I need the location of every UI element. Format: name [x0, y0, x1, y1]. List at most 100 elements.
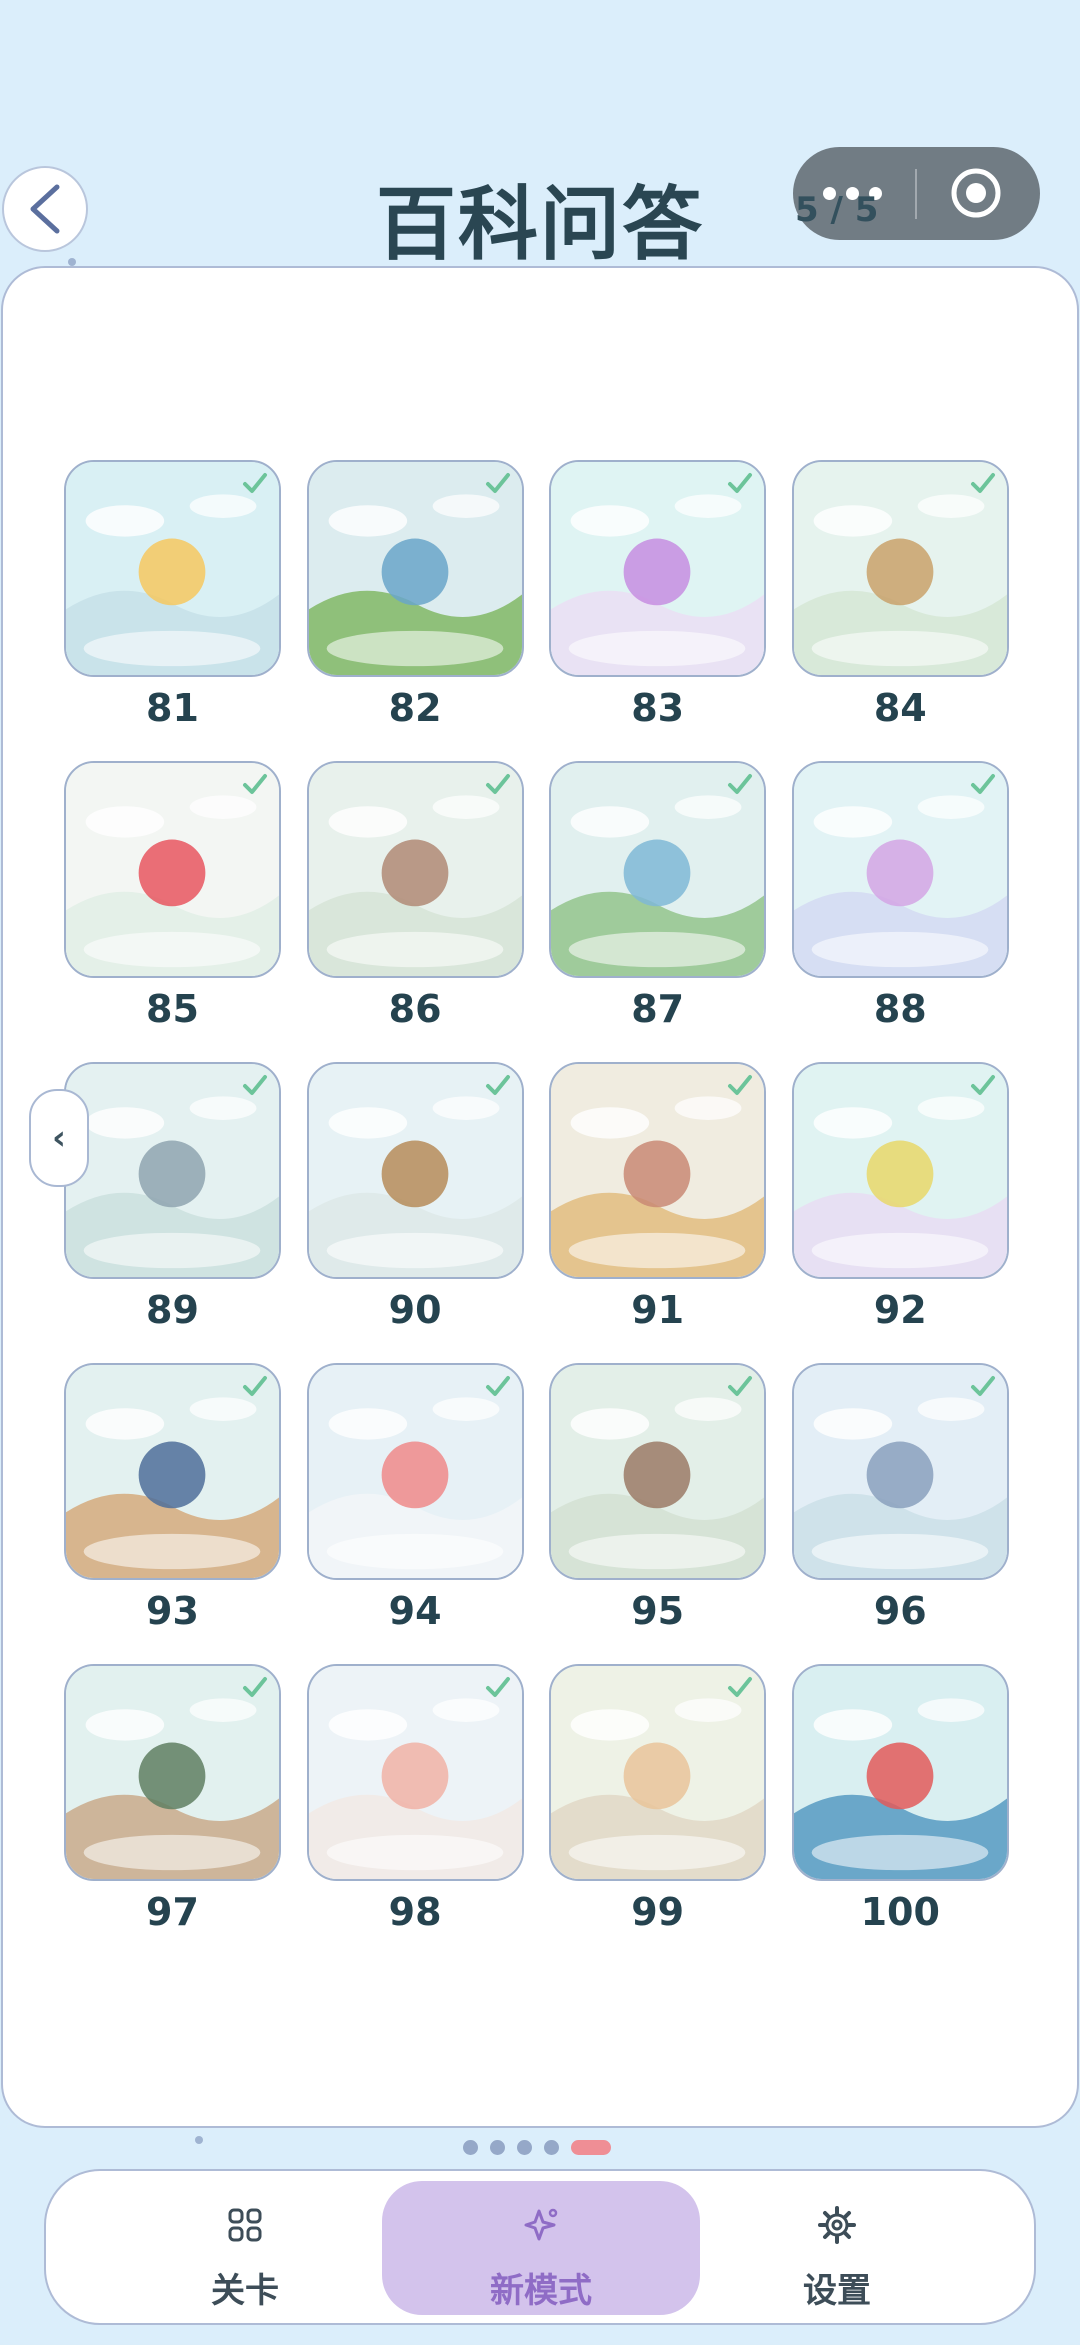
- tab-label: 设置: [803, 2271, 871, 2311]
- level-illustration: [793, 1666, 1007, 1879]
- level-card[interactable]: 97: [64, 1664, 281, 1934]
- level-number: 97: [146, 1890, 199, 1934]
- target-circle-icon[interactable]: [950, 167, 1002, 219]
- prev-page-button[interactable]: ‹: [29, 1089, 89, 1187]
- level-card[interactable]: 99: [549, 1664, 767, 1934]
- level-card[interactable]: 100: [791, 1664, 1009, 1934]
- level-thumbnail[interactable]: [791, 1664, 1009, 1881]
- level-thumbnail[interactable]: [549, 761, 767, 978]
- level-number: 84: [873, 686, 927, 730]
- page-dot[interactable]: [490, 2140, 505, 2155]
- level-thumbnail[interactable]: [306, 1062, 524, 1279]
- checkmark-icon: [485, 473, 510, 493]
- level-number: 92: [873, 1288, 927, 1332]
- decor-speck: [68, 258, 76, 266]
- page-dot[interactable]: [544, 2140, 559, 2155]
- level-thumbnail[interactable]: [549, 1363, 767, 1580]
- page-dot[interactable]: [463, 2140, 478, 2155]
- page-dots: [463, 2140, 611, 2155]
- level-thumbnail[interactable]: [64, 1363, 281, 1580]
- page-dot-active[interactable]: [571, 2140, 611, 2155]
- tab-label: 关卡: [211, 2271, 279, 2311]
- checkmark-icon: [485, 1075, 510, 1095]
- page-dot[interactable]: [517, 2140, 532, 2155]
- checkmark-icon: [485, 1376, 510, 1396]
- level-card[interactable]: 85: [64, 761, 281, 1031]
- checkmark-icon: [243, 1376, 267, 1396]
- tab-label: 新模式: [490, 2271, 592, 2311]
- bottom-tab-bar: 关卡 新模式 设置: [44, 2169, 1036, 2325]
- level-thumbnail[interactable]: [306, 460, 524, 677]
- checkmark-icon: [485, 1677, 510, 1697]
- level-thumbnail[interactable]: [791, 761, 1009, 978]
- tab-new-mode[interactable]: 新模式: [382, 2181, 700, 2315]
- gear-icon: [818, 2206, 856, 2244]
- tab-levels[interactable]: 关卡: [86, 2181, 404, 2315]
- checkmark-icon: [728, 1075, 753, 1095]
- level-number: 86: [388, 987, 442, 1031]
- level-thumbnail[interactable]: [791, 1062, 1009, 1279]
- level-number: 93: [146, 1589, 199, 1633]
- level-thumbnail[interactable]: [306, 1363, 524, 1580]
- level-number: 96: [873, 1589, 927, 1633]
- checkmark-icon: [970, 774, 995, 794]
- level-number: 90: [388, 1288, 442, 1332]
- level-thumbnail[interactable]: [64, 460, 281, 677]
- level-number: 83: [631, 686, 685, 730]
- level-thumbnail[interactable]: [306, 761, 524, 978]
- level-number: 94: [388, 1589, 442, 1633]
- checkmark-icon: [243, 473, 267, 493]
- level-thumbnail[interactable]: [549, 1664, 767, 1881]
- level-card[interactable]: 86: [306, 761, 524, 1031]
- level-card[interactable]: 84: [791, 460, 1009, 730]
- level-card[interactable]: 88: [791, 761, 1009, 1031]
- checkmark-icon: [243, 774, 267, 794]
- level-card[interactable]: 89: [64, 1062, 281, 1332]
- level-number: 88: [873, 987, 927, 1031]
- level-card[interactable]: 82: [306, 460, 524, 730]
- level-card[interactable]: 91: [549, 1062, 767, 1332]
- decor-speck: [195, 2136, 203, 2144]
- level-card[interactable]: 96: [791, 1363, 1009, 1633]
- level-card[interactable]: 81: [64, 460, 281, 730]
- level-thumbnail[interactable]: [64, 1664, 281, 1881]
- checkmark-icon: [728, 1677, 753, 1697]
- level-thumbnail[interactable]: [64, 1062, 281, 1279]
- level-card[interactable]: 87: [549, 761, 767, 1031]
- level-card[interactable]: 94: [306, 1363, 524, 1633]
- grid-icon: [228, 2208, 262, 2242]
- level-thumbnail[interactable]: [549, 460, 767, 677]
- level-thumbnail[interactable]: [549, 1062, 767, 1279]
- sparkle-icon: [524, 2208, 558, 2241]
- checkmark-icon: [970, 1376, 995, 1396]
- checkmark-icon: [728, 473, 753, 493]
- level-number: 91: [631, 1288, 685, 1332]
- level-thumbnail[interactable]: [791, 460, 1009, 677]
- level-card[interactable]: 93: [64, 1363, 281, 1633]
- level-card[interactable]: 83: [549, 460, 767, 730]
- tab-settings[interactable]: 设置: [678, 2181, 996, 2315]
- level-grid: 81 82 83 84 85 86 87 88 89 90 91 92 93 94 95 96 97 98 99 10…: [64, 460, 1012, 1934]
- level-card[interactable]: 90: [306, 1062, 524, 1332]
- level-number: 85: [146, 987, 199, 1031]
- capsule-divider: [915, 169, 917, 219]
- level-thumbnail[interactable]: [791, 1363, 1009, 1580]
- checkmark-icon: [485, 774, 510, 794]
- level-thumbnail[interactable]: [64, 761, 281, 978]
- level-number: 99: [631, 1890, 685, 1934]
- checkmark-icon: [970, 473, 995, 493]
- level-number: 87: [631, 987, 685, 1031]
- level-card[interactable]: 95: [549, 1363, 767, 1633]
- level-number: 100: [860, 1890, 940, 1934]
- level-number: 81: [146, 686, 199, 730]
- level-number: 89: [146, 1288, 199, 1332]
- level-thumbnail[interactable]: [306, 1664, 524, 1881]
- page-indicator: 5 / 5: [795, 190, 879, 230]
- checkmark-icon: [728, 1376, 753, 1396]
- level-card[interactable]: 92: [791, 1062, 1009, 1332]
- level-number: 82: [388, 686, 442, 730]
- checkmark-icon: [728, 774, 753, 794]
- checkmark-icon: [970, 1075, 995, 1095]
- level-card[interactable]: 98: [306, 1664, 524, 1934]
- checkmark-icon: [243, 1075, 267, 1095]
